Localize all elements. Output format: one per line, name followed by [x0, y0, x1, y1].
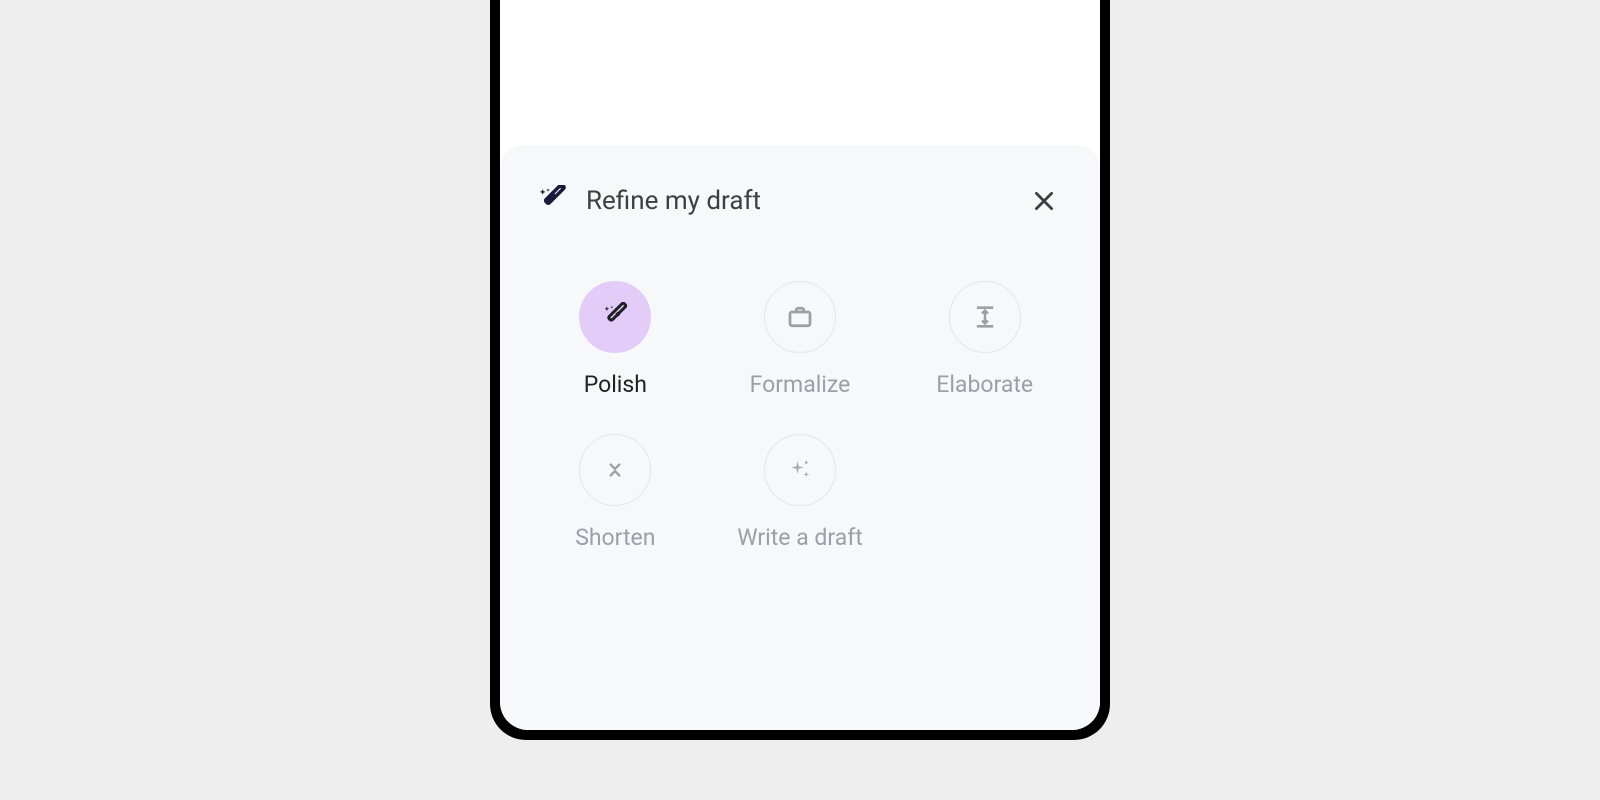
device-screen: Refine my draft	[500, 0, 1100, 730]
option-circle	[764, 281, 836, 353]
sparkles-icon	[785, 455, 815, 485]
option-label: Write a draft	[737, 524, 863, 551]
option-label: Shorten	[575, 524, 655, 551]
option-label: Polish	[584, 371, 647, 398]
option-label: Formalize	[750, 371, 851, 398]
option-elaborate[interactable]: Elaborate	[901, 281, 1068, 398]
briefcase-icon	[785, 302, 815, 332]
option-circle	[764, 434, 836, 506]
editor-background	[500, 0, 1100, 145]
refine-options-grid: Polish Formalize	[528, 281, 1072, 551]
option-circle	[579, 281, 651, 353]
option-write-draft[interactable]: Write a draft	[717, 434, 884, 551]
expand-vertical-icon	[971, 303, 999, 331]
option-shorten[interactable]: Shorten	[532, 434, 699, 551]
refine-draft-sheet: Refine my draft	[500, 145, 1100, 730]
close-icon	[1031, 188, 1057, 214]
option-label: Elaborate	[936, 371, 1033, 398]
option-polish[interactable]: Polish	[532, 281, 699, 398]
option-circle	[949, 281, 1021, 353]
option-formalize[interactable]: Formalize	[717, 281, 884, 398]
collapse-vertical-icon	[602, 457, 628, 483]
option-circle	[579, 434, 651, 506]
magic-wand-icon	[536, 185, 568, 217]
sheet-title: Refine my draft	[586, 186, 1006, 216]
device-frame: Refine my draft	[490, 0, 1110, 740]
sheet-header: Refine my draft	[528, 175, 1072, 231]
close-button[interactable]	[1024, 181, 1064, 221]
magic-wand-icon	[600, 302, 630, 332]
